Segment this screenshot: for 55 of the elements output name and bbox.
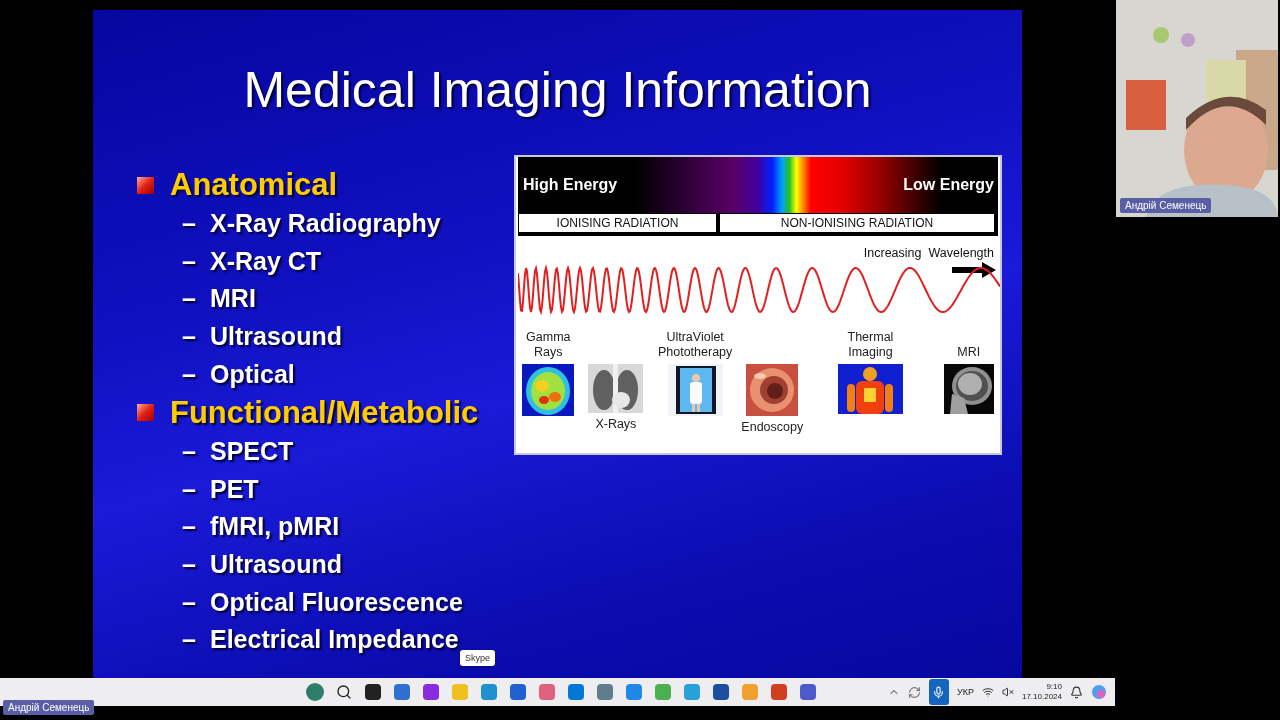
- image-caption: Endoscopy: [741, 420, 804, 436]
- spectrum-label: High Energy: [523, 176, 618, 194]
- sync-icon[interactable]: [908, 685, 921, 699]
- clock[interactable]: 9:10 17.10.2024: [1021, 682, 1062, 702]
- tooltip: Skype: [460, 650, 495, 666]
- image-caption: Thermal Imaging: [847, 329, 894, 361]
- image-caption: MRI: [957, 345, 981, 361]
- image-caption: UltraViolet Phototherapy: [657, 329, 733, 361]
- dash-marker: –: [182, 437, 197, 467]
- dash-marker: –: [182, 246, 197, 276]
- image-caption: X-Rays: [595, 417, 637, 433]
- time-text: 9:10: [1046, 682, 1062, 692]
- slide-title: Medical Imaging Information: [243, 62, 872, 118]
- radiation-band: NON-IONISING RADIATION: [719, 213, 995, 233]
- wavelength-label: Increasing Wavelength: [863, 246, 994, 260]
- arrow-icon: [952, 262, 996, 278]
- dash-marker: –: [182, 322, 197, 352]
- list-item: X-Ray Radiography: [210, 209, 441, 239]
- dash-marker: –: [182, 474, 197, 504]
- microphone-icon: [932, 685, 946, 699]
- list-item: fMRI, pMRI: [210, 512, 340, 542]
- dash-marker: –: [182, 512, 197, 542]
- app-icon[interactable]: [362, 681, 384, 703]
- copilot-icon[interactable]: [1091, 684, 1107, 700]
- list-item: Ultrasound: [210, 550, 342, 580]
- wifi-icon[interactable]: [981, 686, 994, 698]
- image-caption: Gamma Rays: [526, 329, 571, 361]
- dash-marker: –: [182, 550, 197, 580]
- list-item: Optical Fluorescence: [210, 587, 463, 617]
- app-icon[interactable]: [710, 681, 732, 703]
- list-item: Electrical Impedance: [210, 625, 459, 655]
- dash-marker: –: [182, 359, 197, 389]
- section-heading: Functional/Metabolic: [170, 394, 479, 431]
- list-item: X-Ray CT: [210, 246, 322, 276]
- microphone-button[interactable]: [929, 679, 949, 705]
- spectrum-label: Low Energy: [903, 176, 994, 194]
- list-item: Ultrasound: [210, 322, 342, 352]
- dash-marker: –: [182, 587, 197, 617]
- bullet-square-icon: [137, 404, 154, 422]
- bullet-square-icon: [137, 176, 154, 194]
- speaker-muted-icon[interactable]: [1001, 686, 1014, 698]
- dash-marker: –: [182, 625, 197, 655]
- radiation-band: IONISING RADIATION: [518, 213, 717, 233]
- dash-marker: –: [182, 209, 197, 239]
- notification-icon[interactable]: [1070, 685, 1083, 699]
- date-text: 17.10.2024: [1021, 692, 1062, 702]
- list-item: PET: [210, 474, 259, 504]
- language-indicator[interactable]: УКР: [957, 687, 974, 697]
- list-item: MRI: [210, 284, 256, 314]
- list-item: SPECT: [210, 437, 294, 467]
- dash-marker: –: [182, 284, 197, 314]
- participant-name-badge: Андрій Семенець: [1120, 198, 1212, 213]
- section-heading: Anatomical: [170, 167, 338, 203]
- presenter-name-badge: Андрій Семенець: [3, 700, 95, 715]
- list-item: Optical: [210, 359, 295, 389]
